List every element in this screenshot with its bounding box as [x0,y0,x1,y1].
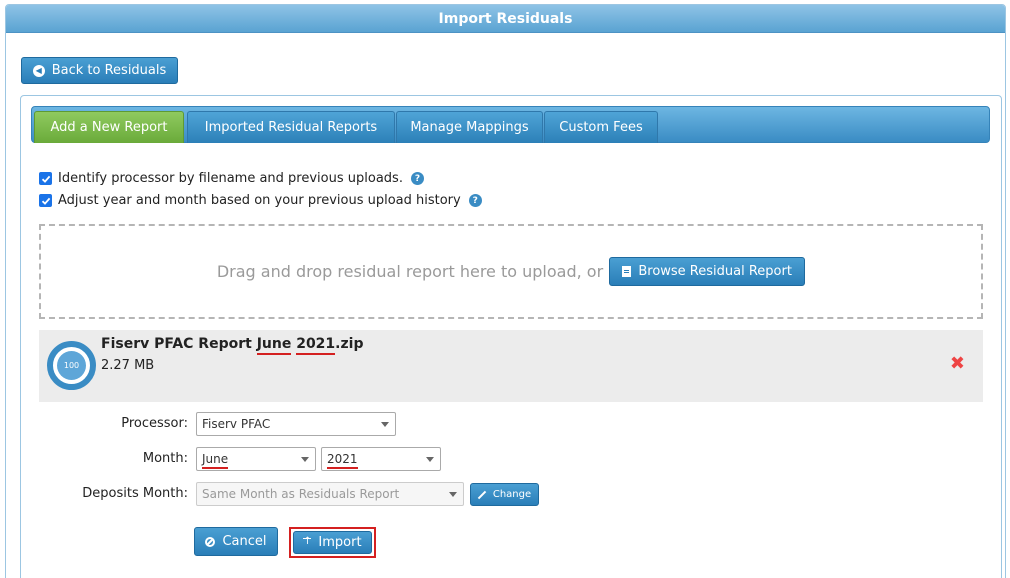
file-size: 2.27 MB [101,358,155,373]
browse-residual-report-button[interactable]: Browse Residual Report [609,257,806,286]
chevron-down-icon [301,457,309,462]
month-select[interactable]: June [196,447,316,471]
file-name-ext: .zip [335,336,364,352]
deposits-month-value: Same Month as Residuals Report [202,487,400,501]
document-icon [622,266,632,277]
file-name-year: 2021 [296,336,336,355]
cancel-button[interactable]: Cancel [194,527,278,556]
import-button-label: Import [318,535,362,550]
adjust-year-month-option: Adjust year and month based on your prev… [39,193,482,208]
chevron-left-icon: ◀ [32,64,45,77]
pencil-icon [476,489,487,500]
browse-button-label: Browse Residual Report [638,264,792,279]
chevron-down-icon [449,492,457,497]
year-value: 2021 [327,452,358,469]
processor-select[interactable]: Fiserv PFAC [196,412,396,436]
upload-progress-value: 100 [57,351,86,380]
tab-custom-fees[interactable]: Custom Fees [544,111,658,143]
import-button-highlight: Import [289,527,376,558]
tab-manage-mappings[interactable]: Manage Mappings [396,111,543,143]
identify-processor-option: Identify processor by filename and previ… [39,171,424,186]
back-button-label: Back to Residuals [51,63,167,78]
file-name-prefix: Fiserv PFAC Report [101,336,257,352]
remove-file-icon[interactable]: ✖ [950,355,965,373]
window-title: Import Residuals [6,5,1005,33]
import-residuals-window: Import Residuals ◀ Back to Residuals Add… [5,4,1006,578]
dropzone-text: Drag and drop residual report here to up… [216,262,604,281]
identify-processor-label: Identify processor by filename and previ… [58,171,403,186]
import-button[interactable]: Import [293,531,372,554]
year-select[interactable]: 2021 [321,447,441,471]
deposits-month-label: Deposits Month: [82,486,188,501]
adjust-year-month-checkbox[interactable] [39,194,52,207]
import-panel: Add a New Report Imported Residual Repor… [20,95,1002,578]
file-name-month: June [256,336,292,355]
tab-bar: Add a New Report Imported Residual Repor… [31,106,990,143]
uploaded-file-row: 100 Fiserv PFAC Report June 2021.zip 2.2… [39,330,983,402]
month-label: Month: [142,451,188,466]
upload-progress-ring: 100 [47,341,96,390]
help-icon[interactable]: ? [410,172,424,185]
help-icon[interactable]: ? [468,194,482,207]
identify-processor-checkbox[interactable] [39,172,52,185]
cancel-button-label: Cancel [222,534,267,549]
ban-icon [205,536,216,547]
upload-icon [303,536,312,548]
back-to-residuals-button[interactable]: ◀ Back to Residuals [21,57,178,84]
change-button-label: Change [492,489,532,500]
chevron-down-icon [381,422,389,427]
chevron-down-icon [426,457,434,462]
change-deposits-month-button[interactable]: Change [470,483,539,506]
tab-add-new-report[interactable]: Add a New Report [34,111,184,143]
processor-label: Processor: [121,416,188,431]
upload-dropzone[interactable]: Drag and drop residual report here to up… [39,224,983,319]
month-value: June [202,452,229,469]
processor-value: Fiserv PFAC [202,417,271,431]
file-name: Fiserv PFAC Report June 2021.zip [101,336,364,355]
tab-imported-residual-reports[interactable]: Imported Residual Reports [187,111,395,143]
deposits-month-select: Same Month as Residuals Report [196,482,464,506]
adjust-year-month-label: Adjust year and month based on your prev… [58,193,461,208]
